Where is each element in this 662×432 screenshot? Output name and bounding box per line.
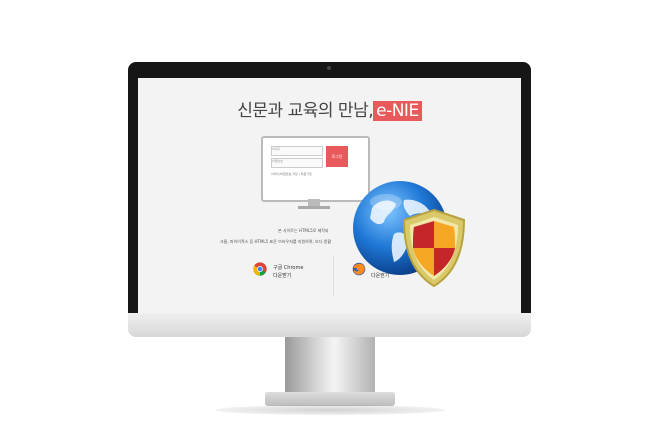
login-button[interactable]: 로그인: [326, 146, 348, 167]
remember-signup-links[interactable]: 아이디/비밀번호 저장 | 회원가입: [271, 172, 351, 176]
monitor-stand-neck: [285, 337, 375, 395]
page-headline: 신문과 교육의 만남, e-NIE: [138, 96, 521, 121]
monitor-stand-foot: [265, 392, 395, 406]
headline-text: 신문과 교육의 만남,: [237, 101, 374, 121]
chrome-icon[interactable]: [253, 262, 267, 276]
brand-badge: e-NIE: [373, 101, 422, 121]
login-password-input[interactable]: 비밀번호: [271, 158, 323, 168]
shield-icon: [402, 208, 466, 288]
monitor-shadow: [215, 405, 445, 415]
monitor-camera: [327, 66, 331, 70]
chrome-name[interactable]: 구글 Chrome: [273, 264, 303, 271]
chrome-download-link[interactable]: 다운받기: [273, 272, 291, 279]
monitor-chin: [128, 313, 531, 337]
login-id-input[interactable]: 아이디: [271, 146, 323, 156]
download-divider: [333, 256, 334, 296]
login-preview-base: [298, 206, 330, 209]
